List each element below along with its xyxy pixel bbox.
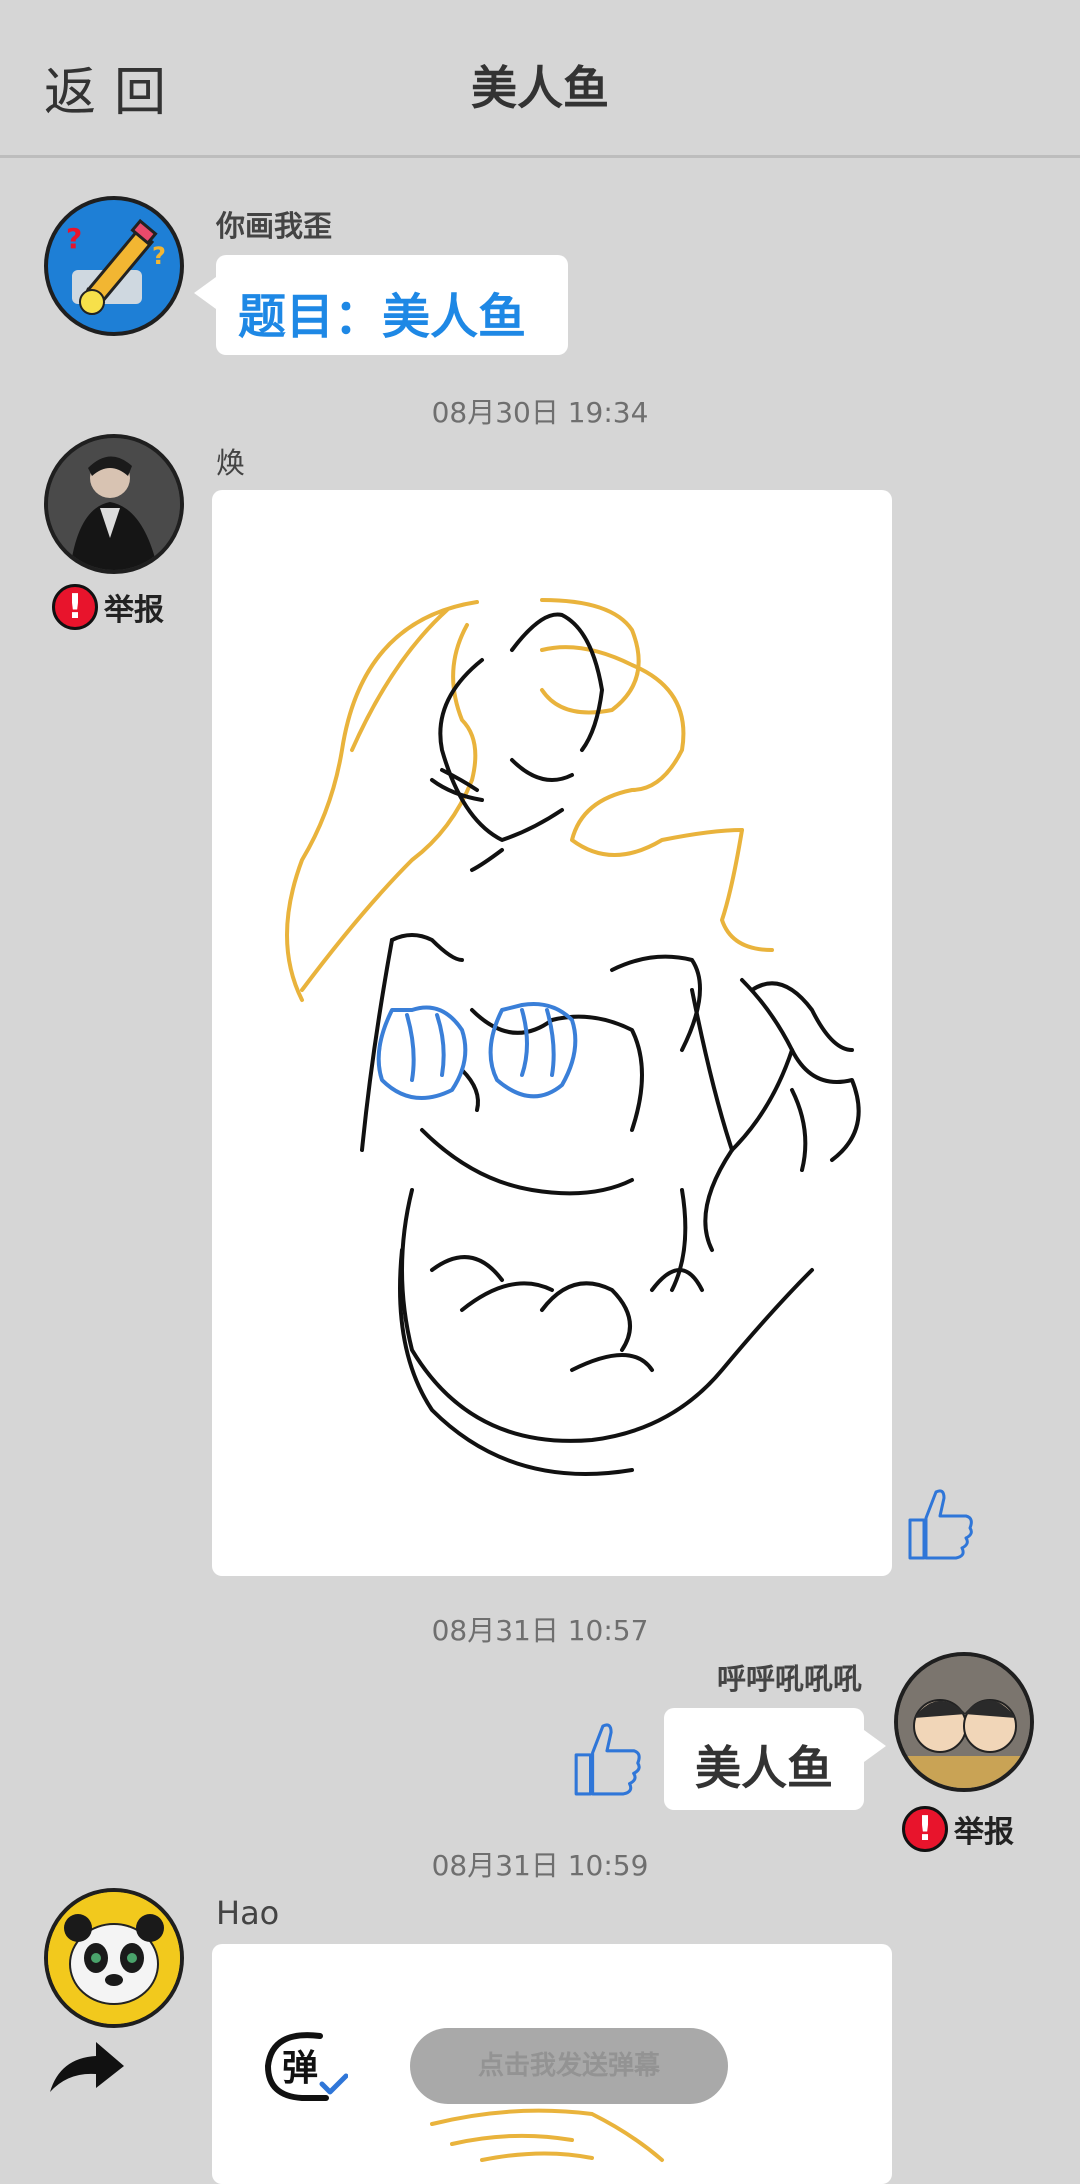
exclamation-icon: ! (52, 584, 98, 630)
user-avatar[interactable] (894, 1652, 1034, 1792)
topic-bubble: 题目：美人鱼 (194, 255, 568, 355)
drawing-bubble[interactable] (212, 490, 892, 1576)
sender-name: 焕 (216, 446, 246, 480)
share-button[interactable] (46, 2036, 126, 2100)
sender-name: Hao (216, 1894, 280, 1932)
answer-text: 美人鱼 (695, 1741, 833, 1795)
timestamp: 08月30日 19:34 (431, 396, 649, 429)
topic-text: 题目：美人鱼 (238, 289, 527, 345)
top-bar: 返回 美人鱼 (0, 0, 1080, 158)
svg-text:弹: 弹 (282, 2048, 318, 2089)
person-photo-icon (48, 438, 180, 570)
user-avatar[interactable] (44, 1888, 184, 2028)
like-button[interactable] (904, 1484, 978, 1568)
user-avatar[interactable] (44, 434, 184, 574)
share-arrow-icon (50, 2042, 124, 2092)
panda-avatar-icon (48, 1892, 180, 2024)
danmu-icon-button[interactable]: 弹 (262, 2026, 349, 2106)
sender-name: 呼呼吼吼吼 (716, 1662, 862, 1696)
danmu-input[interactable]: 点击我发送弹幕 (410, 2028, 728, 2104)
sender-name: 你画我歪 (216, 209, 333, 243)
thumbs-up-icon (908, 1489, 973, 1560)
answer-bubble: 美人鱼 (664, 1708, 886, 1810)
timestamp: 08月31日 10:59 (431, 1849, 649, 1882)
page-title: 美人鱼 (471, 61, 609, 115)
like-button[interactable] (570, 1716, 646, 1806)
svg-text:?: ? (152, 242, 166, 270)
danmu-icon: 弹 (264, 2032, 349, 2101)
system-avatar[interactable]: ? ? (44, 196, 184, 336)
timestamp: 08月31日 10:57 (431, 1614, 649, 1647)
pencil-avatar-icon: ? ? (66, 218, 166, 315)
report-button[interactable]: ! 举报 (52, 584, 164, 630)
report-label: 举报 (104, 593, 164, 628)
thumbs-up-icon (574, 1723, 641, 1796)
svg-text:?: ? (66, 222, 82, 255)
cartoon-couple-icon (898, 1656, 1030, 1788)
mermaid-drawing (285, 598, 861, 1476)
